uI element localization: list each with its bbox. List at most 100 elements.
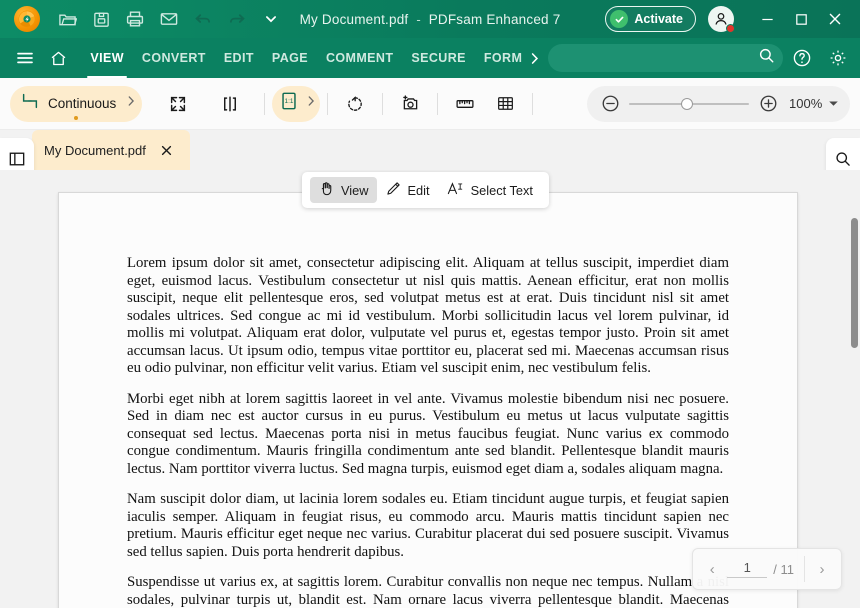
notification-dot: [726, 24, 735, 33]
tab-view-label: VIEW: [90, 51, 124, 65]
zoom-in-icon[interactable]: [755, 91, 781, 117]
paragraph: Lorem ipsum dolor sit amet, consectetur …: [127, 255, 729, 376]
document-tab-label: My Document.pdf: [44, 142, 146, 158]
menu-overflow-chevron-icon[interactable]: [522, 38, 548, 78]
mode-edit-button[interactable]: Edit: [377, 177, 438, 203]
vertical-scrollbar[interactable]: [849, 170, 860, 608]
scrollbar-thumb[interactable]: [851, 218, 858, 348]
hand-icon: [318, 180, 335, 200]
zoom-preset-button[interactable]: 1:1: [272, 85, 321, 122]
zoom-out-icon[interactable]: [597, 91, 623, 117]
continuous-layout-icon: [20, 91, 40, 116]
search-input[interactable]: [561, 51, 758, 65]
toolbar-divider-3: [382, 92, 384, 115]
tab-secure[interactable]: SECURE: [402, 38, 475, 78]
tab-convert[interactable]: CONVERT: [133, 38, 215, 78]
mode-toolbar: View Edit Select Text: [302, 172, 549, 208]
prev-page-label: ‹: [709, 560, 715, 578]
tab-comment-label: COMMENT: [326, 51, 394, 65]
pdf-viewer[interactable]: Lorem ipsum dolor sit amet, consectetur …: [0, 170, 860, 608]
document-title: My Document.pdf: [299, 11, 409, 27]
activate-label: Activate: [634, 12, 683, 26]
tab-edit[interactable]: EDIT: [215, 38, 263, 78]
page-nav-divider: [804, 556, 805, 582]
document-tab-strip: My Document.pdf: [0, 130, 860, 170]
page-number-input[interactable]: [727, 560, 768, 578]
toolbar-divider-1: [264, 92, 266, 115]
paragraph: Nam suscipit dolor diam, ut lacinia lore…: [127, 491, 729, 560]
prev-page-button[interactable]: ‹: [697, 552, 727, 586]
snapshot-camera-icon[interactable]: [390, 86, 430, 122]
toolbar-divider-2: [327, 92, 329, 115]
total-pages-label: / 11: [773, 561, 794, 577]
pdf-page-1: Lorem ipsum dolor sit amet, consectetur …: [58, 192, 798, 608]
chevron-down-icon[interactable]: [256, 4, 286, 34]
account-button[interactable]: [708, 6, 735, 33]
close-tab-icon[interactable]: [158, 141, 176, 159]
title-bar: My Document.pdf - PDFsam Enhanced 7 Acti…: [0, 0, 860, 38]
next-page-button[interactable]: ›: [807, 552, 837, 586]
caret-down-icon[interactable]: [827, 97, 840, 110]
maximize-button[interactable]: [784, 0, 818, 38]
tab-form-label: FORM: [483, 51, 522, 65]
page-navigation: ‹ / 11 ›: [692, 548, 842, 590]
zoom-slider[interactable]: [629, 97, 749, 111]
pdfsam-window: My Document.pdf - PDFsam Enhanced 7 Acti…: [0, 0, 860, 608]
zoom-slider-knob[interactable]: [681, 97, 693, 110]
mode-select-text-button[interactable]: Select Text: [438, 177, 541, 203]
search-box[interactable]: [547, 44, 783, 72]
page-mode-button[interactable]: Continuous: [10, 85, 143, 122]
svg-text:1:1: 1:1: [285, 98, 294, 105]
zoom-control: 100%: [587, 85, 850, 122]
close-button[interactable]: [818, 0, 852, 38]
undo-icon[interactable]: [188, 4, 218, 34]
page-mode-label: Continuous: [48, 96, 117, 111]
tab-form[interactable]: FORM: [475, 38, 522, 78]
next-page-label: ›: [819, 560, 825, 578]
help-circle-icon[interactable]: [787, 42, 819, 74]
zoom-level-value: 100%: [789, 96, 823, 111]
print-icon[interactable]: [120, 4, 150, 34]
tab-page-label: PAGE: [271, 51, 308, 65]
ruler-icon[interactable]: [445, 86, 485, 122]
redo-icon[interactable]: [222, 4, 252, 34]
view-toolbar: Continuous 1:1 100%: [0, 78, 860, 130]
tab-view[interactable]: VIEW: [81, 38, 133, 78]
pdf-page-content: Lorem ipsum dolor sit amet, consectetur …: [59, 193, 797, 608]
select-text-icon: [446, 180, 465, 200]
mode-view-button[interactable]: View: [310, 177, 377, 203]
pencil-icon: [385, 180, 402, 200]
page-mode-active-dot: [74, 115, 79, 120]
gear-icon[interactable]: [822, 42, 854, 74]
tab-edit-label: EDIT: [223, 51, 254, 65]
open-folder-icon[interactable]: [52, 4, 82, 34]
search-icon[interactable]: [758, 47, 775, 69]
app-logo-icon: [14, 6, 40, 32]
toolbar-divider-5: [532, 92, 534, 115]
hamburger-menu-icon[interactable]: [8, 41, 42, 75]
toolbar-divider-4: [437, 92, 439, 115]
mode-edit-label: Edit: [407, 182, 430, 198]
mode-select-text-label: Select Text: [470, 182, 533, 198]
fit-page-icon[interactable]: [158, 86, 198, 122]
menu-bar: VIEW CONVERT EDIT PAGE COMMENT SECURE FO…: [0, 38, 860, 78]
mail-icon[interactable]: [154, 4, 184, 34]
paragraph: Morbi eget nibh at lorem sagittis laoree…: [127, 390, 729, 477]
tab-comment[interactable]: COMMENT: [317, 38, 402, 78]
tab-secure-label: SECURE: [411, 51, 466, 65]
actual-size-icon: 1:1: [278, 90, 300, 117]
save-icon[interactable]: [86, 4, 116, 34]
activate-button[interactable]: Activate: [605, 6, 696, 32]
rotate-icon[interactable]: [335, 86, 375, 122]
check-circle-icon: [610, 10, 629, 28]
document-tab[interactable]: My Document.pdf: [32, 130, 190, 170]
title-separator: -: [416, 11, 421, 27]
zoom-preset-chevron-icon[interactable]: [304, 94, 318, 113]
grid-icon[interactable]: [485, 86, 525, 122]
split-view-icon[interactable]: [210, 86, 250, 122]
page-mode-chevron-icon[interactable]: [124, 94, 138, 113]
home-icon[interactable]: [42, 41, 76, 75]
tab-page[interactable]: PAGE: [263, 38, 317, 78]
minimize-button[interactable]: [750, 0, 784, 38]
paragraph: Suspendisse ut varius ex, at sagittis lo…: [127, 574, 729, 608]
